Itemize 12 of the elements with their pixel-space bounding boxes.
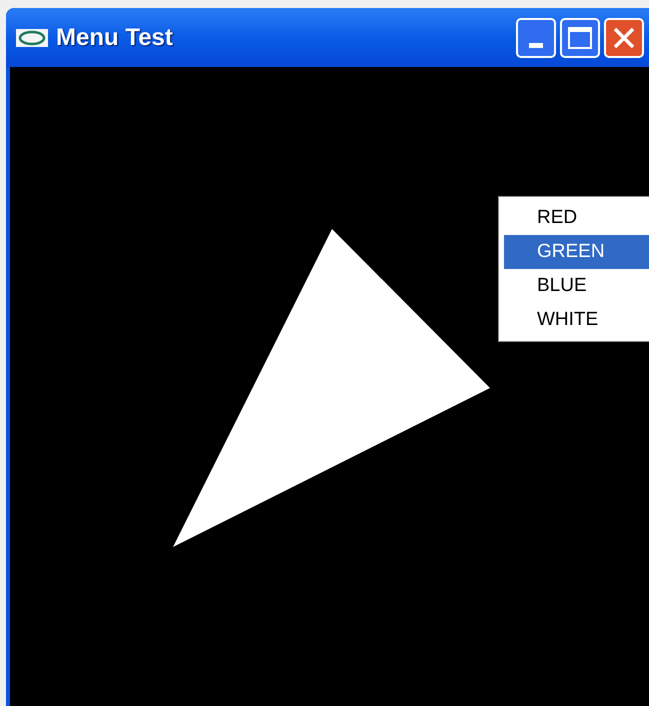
maximize-button[interactable] <box>560 18 600 58</box>
minimize-icon <box>529 42 543 48</box>
window-title: Menu Test <box>56 22 173 52</box>
minimize-button[interactable] <box>516 18 556 58</box>
menu-item[interactable]: WHITE <box>504 303 649 337</box>
menu-item[interactable]: RED <box>504 201 649 235</box>
close-icon <box>613 26 635 48</box>
menu-item[interactable]: BLUE <box>504 269 649 303</box>
menu-item[interactable]: GREEN <box>504 235 649 269</box>
close-button[interactable] <box>604 18 644 58</box>
app-icon <box>16 28 48 46</box>
maximize-icon <box>568 26 592 48</box>
